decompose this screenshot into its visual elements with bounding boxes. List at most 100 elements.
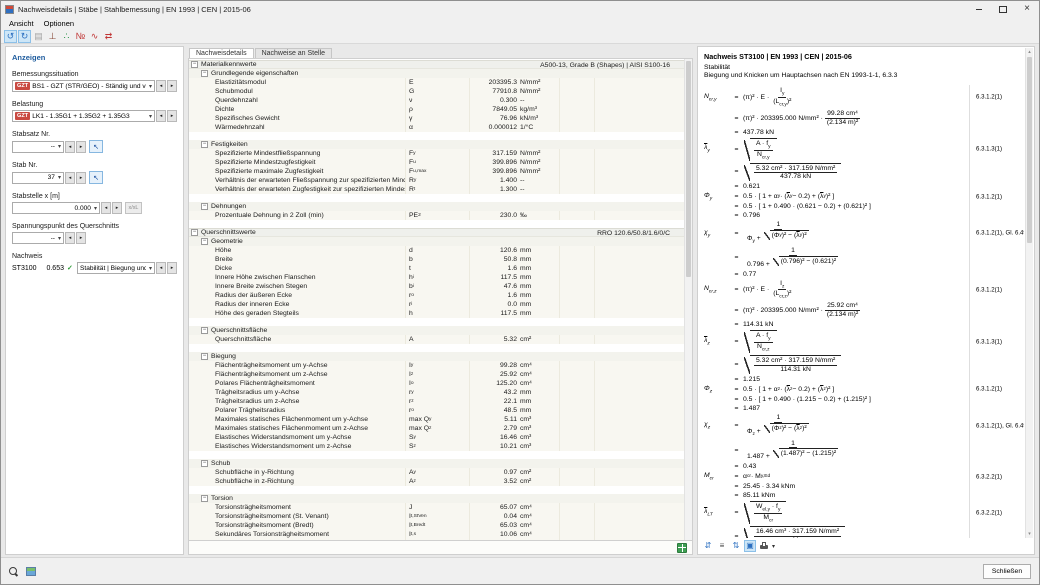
axes-icon[interactable]: ⇄ — [102, 30, 115, 43]
print-options-chevron-icon[interactable] — [772, 543, 775, 550]
table-row[interactable]: Polarer Trägheitsradiusro48.5mm — [189, 406, 684, 415]
table-row[interactable]: Maximales statisches Flächenmoment um y-… — [189, 415, 684, 424]
design-situation-select[interactable]: GZT BS1 - GZT (STR/GEO) - Ständig und vo… — [12, 80, 155, 92]
scroll-up-icon[interactable] — [1026, 48, 1033, 56]
collapse-icon[interactable] — [191, 61, 198, 68]
pick-member-set-icon[interactable] — [89, 140, 103, 153]
section-tool-icon[interactable]: ⊥ — [46, 30, 59, 43]
table-row[interactable]: Höhed120.6mm — [189, 246, 684, 255]
menu-ansicht[interactable]: Ansicht — [4, 19, 39, 28]
pick-member-icon[interactable] — [89, 171, 103, 184]
formula-scrollbar[interactable] — [1025, 48, 1033, 538]
next-loading-button[interactable] — [167, 110, 177, 122]
collapse-icon[interactable] — [201, 70, 208, 77]
section-row[interactable]: Festigkeiten — [189, 140, 684, 149]
scroll-down-icon[interactable] — [1026, 530, 1033, 538]
close-window-icon[interactable] — [1015, 1, 1039, 17]
menu-optionen[interactable]: Optionen — [39, 19, 79, 28]
prev-design-check-button[interactable] — [156, 262, 166, 274]
table-row[interactable]: Widerstandsmoment für TorsionSt17.81cm³ — [189, 539, 684, 540]
sort-values-icon[interactable]: ⇅ — [730, 540, 742, 552]
section-row[interactable]: Querschnittsfläche — [189, 326, 684, 335]
table-row[interactable]: Prozentuale Dehnung in 2 Zoll (min)PE223… — [189, 211, 684, 220]
tab-nachweisdetails[interactable]: Nachweisdetails — [189, 48, 254, 58]
table-row[interactable]: ElastizitätsmodulE203395.3N/mm² — [189, 78, 684, 87]
list-icon[interactable]: ≡ — [716, 540, 728, 552]
rotate-view-alt-icon[interactable]: ↻ — [18, 30, 31, 43]
collapse-icon[interactable] — [201, 141, 208, 148]
member-set-select[interactable]: -- — [12, 141, 64, 153]
section-row[interactable]: Grundlegende eigenschaften — [189, 69, 684, 78]
colored-points-icon[interactable]: ∴ — [60, 30, 73, 43]
next-member-set-button[interactable] — [76, 141, 86, 153]
table-row[interactable]: Verhältnis der erwarteten Zugfestigkeit … — [189, 185, 684, 194]
maximize-button[interactable] — [991, 1, 1015, 17]
prev-member-set-button[interactable] — [65, 141, 75, 153]
formula-scrollbar-thumb[interactable] — [1027, 57, 1032, 243]
collapse-icon[interactable] — [191, 229, 198, 236]
prev-loading-button[interactable] — [156, 110, 166, 122]
table-scrollbar-thumb[interactable] — [686, 61, 691, 277]
table-row[interactable]: TorsionsträgheitsmomentJ65.07cm⁴ — [189, 503, 684, 512]
table-row[interactable]: Trägheitsradius um z-Achserz22.1mm — [189, 397, 684, 406]
next-location-button[interactable] — [112, 202, 122, 214]
collapse-icon[interactable] — [201, 238, 208, 245]
table-row[interactable]: Elastisches Widerstandsmoment um y-Achse… — [189, 433, 684, 442]
table-scrollbar[interactable] — [684, 59, 692, 540]
section-row[interactable]: Geometrie — [189, 237, 684, 246]
numbering-icon[interactable]: № — [74, 30, 87, 43]
result-bars-icon[interactable]: ▤ — [32, 30, 45, 43]
close-button[interactable]: Schließen — [983, 564, 1031, 579]
table-row[interactable]: Spezifizierte maximale ZugfestigkeitFu,m… — [189, 167, 684, 176]
design-check-select[interactable]: Stabilität | Biegung und Knic... — [77, 262, 155, 274]
table-row[interactable]: Spezifisches Gewichtγ76.96kN/m³ — [189, 114, 684, 123]
table-row[interactable]: Trägheitsradius um y-Achsery43.2mm — [189, 388, 684, 397]
table-row[interactable]: Schubfläche in y-RichtungAy0.97cm² — [189, 468, 684, 477]
minimize-button[interactable] — [967, 1, 991, 17]
collapse-icon[interactable] — [201, 203, 208, 210]
prev-member-button[interactable] — [65, 172, 75, 184]
table-row[interactable]: QuerschnittsflächeA5.32cm² — [189, 335, 684, 344]
section-row[interactable]: Torsion — [189, 494, 684, 503]
table-row[interactable]: Verhältnis der erwarteten Fließspannung … — [189, 176, 684, 185]
relations-icon[interactable]: ⇵ — [702, 540, 714, 552]
table-row[interactable]: Spezifizierte MindestzugfestigkeitFu399.… — [189, 158, 684, 167]
section-row[interactable]: Schub — [189, 459, 684, 468]
member-select[interactable]: 37 — [12, 172, 64, 184]
loading-select[interactable]: GZT LK1 - 1.35G1 + 1.35G2 + 1.35G3 — [12, 110, 155, 122]
table-row[interactable]: Radius der inneren Eckeri0.0mm — [189, 300, 684, 309]
relative-location-button[interactable]: x/xL — [125, 202, 142, 214]
table-row[interactable]: Wärmedehnzahlα0.0000121/°C — [189, 123, 684, 132]
section-row[interactable]: Dehnungen — [189, 202, 684, 211]
next-member-button[interactable] — [76, 172, 86, 184]
stress-point-select[interactable]: -- — [12, 232, 64, 244]
group-row[interactable]: QuerschnittswerteRRO 120.6/50.8/1.6/0/C — [189, 228, 684, 237]
export-excel-icon[interactable] — [677, 543, 687, 553]
table-row[interactable]: Innere Höhe zwischen Flanschenhi117.5mm — [189, 273, 684, 282]
table-row[interactable]: Schubfläche in z-RichtungAz3.52cm² — [189, 477, 684, 486]
table-row[interactable]: Maximales statisches Flächenmoment um z-… — [189, 424, 684, 433]
table-row[interactable]: Torsionsträgheitsmoment (St. Venant)It,S… — [189, 512, 684, 521]
find-icon[interactable] — [9, 567, 18, 576]
table-row[interactable]: Dicket1.6mm — [189, 264, 684, 273]
table-row[interactable]: Radius der äußeren Eckero1.6mm — [189, 291, 684, 300]
table-row[interactable]: Höhe des geraden Stegteilsh117.5mm — [189, 309, 684, 318]
formula-frame-icon[interactable]: ▣ — [744, 540, 756, 552]
table-row[interactable]: Polares FlächenträgheitsmomentIo125.20cm… — [189, 379, 684, 388]
collapse-icon[interactable] — [201, 327, 208, 334]
collapse-icon[interactable] — [201, 353, 208, 360]
next-design-check-button[interactable] — [167, 262, 177, 274]
collapse-icon[interactable] — [201, 460, 208, 467]
table-row[interactable]: Flächenträgheitsmoment um y-AchseIy99.28… — [189, 361, 684, 370]
tab-nachweise-an-stelle[interactable]: Nachweise an Stelle — [255, 48, 332, 58]
table-row[interactable]: Sekundäres TorsionsträgheitsmomentIt,s10… — [189, 530, 684, 539]
table-row[interactable]: Spezifizierte MindestfließspannungFy317.… — [189, 149, 684, 158]
next-stress-point-button[interactable] — [76, 232, 86, 244]
table-row[interactable]: Elastisches Widerstandsmoment um z-Achse… — [189, 442, 684, 451]
table-row[interactable]: Querdehnzahlν0.300-- — [189, 96, 684, 105]
table-row[interactable]: Torsionsträgheitsmoment (Bredt)It,Bredt6… — [189, 521, 684, 530]
prev-design-situation-button[interactable] — [156, 80, 166, 92]
prev-location-button[interactable] — [101, 202, 111, 214]
collapse-icon[interactable] — [201, 495, 208, 502]
section-row[interactable]: Biegung — [189, 352, 684, 361]
